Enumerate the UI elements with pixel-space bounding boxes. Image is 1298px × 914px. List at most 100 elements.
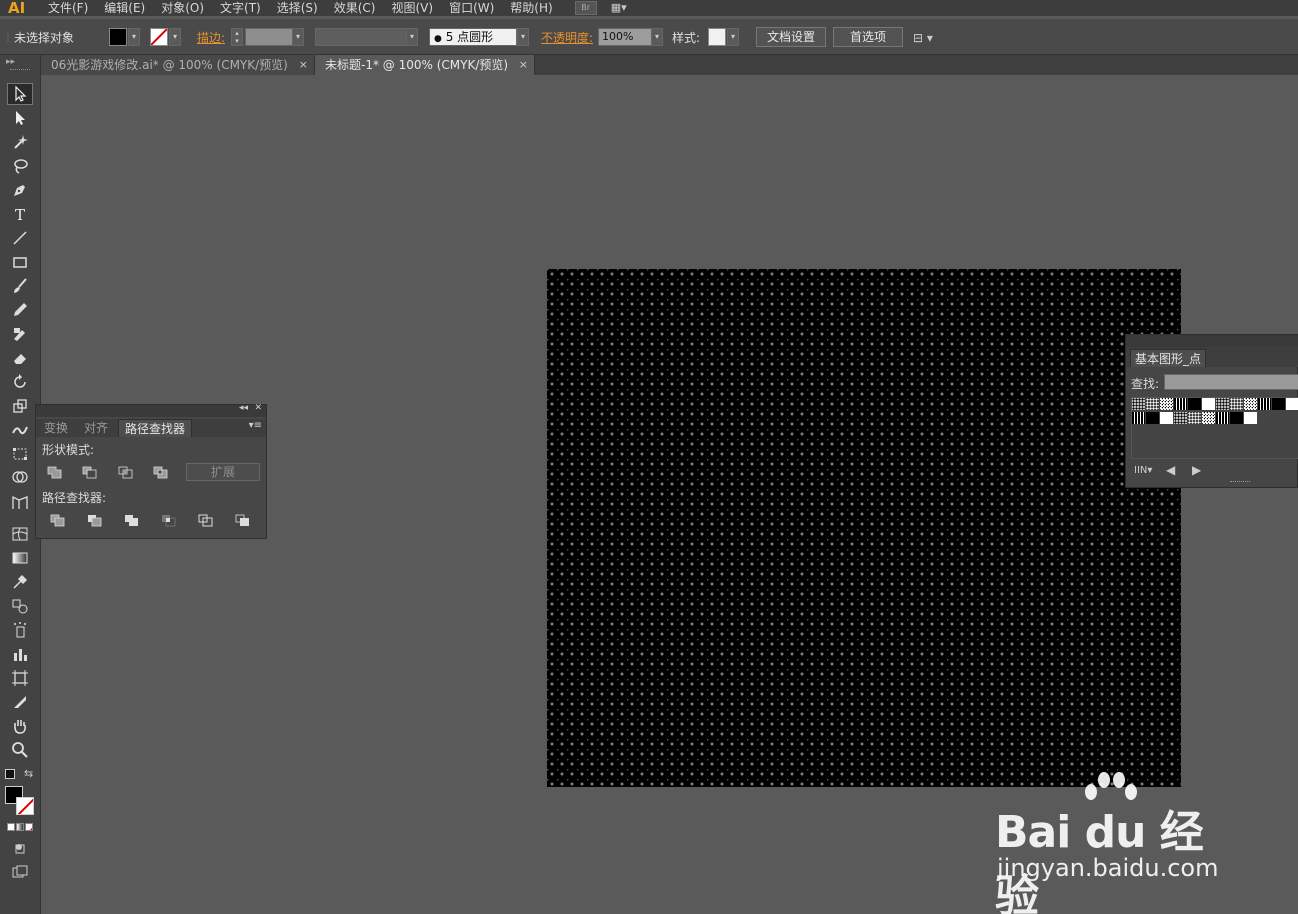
tab-document-2[interactable]: 未标题-1* @ 100% (CMYK/预览) × [315,55,535,75]
style-swatch[interactable] [708,28,726,46]
fill-dropdown[interactable]: ▾ [128,28,140,46]
symbol-swatch[interactable] [1160,412,1173,424]
width-tool-icon[interactable] [7,419,33,441]
symbol-swatch[interactable] [1160,398,1173,410]
menu-file[interactable]: 文件(F) [40,0,96,16]
expand-button[interactable]: 扩展 [186,463,260,481]
perspective-grid-tool-icon[interactable] [7,491,33,513]
menu-object[interactable]: 对象(O) [153,0,212,16]
symbol-swatch[interactable] [1244,398,1257,410]
eraser-tool-icon[interactable] [7,347,33,369]
brush-dropdown[interactable]: ▾ [517,28,529,46]
panel-header[interactable] [1126,335,1298,347]
gradient-tool-icon[interactable] [7,547,33,569]
resize-grip-icon[interactable] [1230,481,1250,485]
grip-icon[interactable] [10,69,30,72]
preferences-button[interactable]: 首选项 [833,27,903,47]
artboard-dot-pattern[interactable] [547,269,1181,787]
stroke-label[interactable]: 描边: [197,29,225,47]
shape-builder-tool-icon[interactable] [7,467,33,489]
tab-pathfinder[interactable]: 路径查找器 [118,419,193,437]
menu-type[interactable]: 文字(T) [212,0,269,16]
symbol-sprayer-tool-icon[interactable] [7,619,33,641]
panel-header[interactable]: ◂◂ ✕ [36,403,266,417]
none-mode-icon[interactable] [25,823,33,831]
symbol-swatch[interactable] [1216,398,1229,410]
divide-icon[interactable] [49,513,67,527]
symbol-swatch[interactable] [1174,412,1187,424]
symbol-swatch[interactable] [1244,412,1257,424]
exclude-icon[interactable] [152,465,170,479]
paintbrush-tool-icon[interactable] [7,275,33,297]
tab-document-1[interactable]: 06光影游戏修改.ai* @ 100% (CMYK/预览) × [41,55,315,75]
direct-selection-tool-icon[interactable] [7,107,33,129]
symbol-swatch[interactable] [1202,412,1215,424]
symbol-swatch[interactable] [1132,412,1145,424]
stroke-weight-field[interactable] [245,28,293,46]
blend-tool-icon[interactable] [7,595,33,617]
arrange-documents-button[interactable]: ▦▾ [611,1,641,15]
intersect-icon[interactable] [117,465,135,479]
search-input[interactable] [1164,374,1298,390]
crop-icon[interactable] [160,513,178,527]
selection-tool-icon[interactable] [7,83,33,105]
menu-effect[interactable]: 效果(C) [326,0,384,16]
menu-help[interactable]: 帮助(H) [502,0,560,16]
style-dropdown[interactable]: ▾ [727,28,739,46]
default-colors-icon[interactable] [5,769,15,779]
symbol-swatch[interactable] [1174,398,1187,410]
bridge-button[interactable]: Br [574,1,597,15]
line-segment-tool-icon[interactable] [7,227,33,249]
mesh-tool-icon[interactable] [7,523,33,545]
tab-transform[interactable]: 变换 [38,419,74,437]
stroke-swatch[interactable] [150,28,168,46]
variable-width-field[interactable] [315,28,407,46]
brush-field[interactable]: ● 5 点圆形 [429,28,517,46]
color-mode-icon[interactable] [7,823,15,831]
symbol-swatch[interactable] [1202,398,1215,410]
swap-colors-icon[interactable]: ⇆ [24,767,33,780]
unite-icon[interactable] [46,465,64,479]
collapse-panel-icon[interactable]: ◂◂ [239,403,248,413]
opacity-field[interactable]: 100% [598,28,652,46]
trim-icon[interactable] [86,513,104,527]
next-library-icon[interactable]: ▶ [1192,463,1201,477]
library-menu-icon[interactable]: IIN▾ [1134,465,1152,476]
panel-menu-icon[interactable]: ▾≡ [249,420,262,431]
minus-front-icon[interactable] [81,465,99,479]
symbol-swatch[interactable] [1146,412,1159,424]
symbol-swatch[interactable] [1230,398,1243,410]
hand-tool-icon[interactable] [7,715,33,737]
fill-swatch[interactable] [109,28,127,46]
variable-width-dropdown[interactable]: ▾ [406,28,418,46]
pencil-tool-icon[interactable] [7,299,33,321]
opacity-label[interactable]: 不透明度: [541,29,593,47]
close-icon[interactable]: × [519,55,528,75]
type-tool-icon[interactable]: T [7,203,33,225]
close-icon[interactable]: ✕ [254,403,262,413]
column-graph-tool-icon[interactable] [7,643,33,665]
symbol-swatch[interactable] [1146,398,1159,410]
eyedropper-tool-icon[interactable] [7,571,33,593]
symbol-swatch[interactable] [1258,398,1271,410]
menu-window[interactable]: 窗口(W) [441,0,502,16]
draw-mode-icon[interactable] [7,837,33,859]
align-options-icon[interactable]: ⊟ ▾ [913,29,933,47]
tab-align[interactable]: 对齐 [78,419,114,437]
symbol-swatch[interactable] [1132,398,1145,410]
collapse-icon[interactable]: ▸▸ [6,57,15,67]
scale-tool-icon[interactable] [7,395,33,417]
rectangle-tool-icon[interactable] [7,251,33,273]
free-transform-tool-icon[interactable] [7,443,33,465]
merge-icon[interactable] [123,513,141,527]
magic-wand-tool-icon[interactable] [7,131,33,153]
lasso-tool-icon[interactable] [7,155,33,177]
symbol-swatch[interactable] [1188,398,1201,410]
symbol-swatch[interactable] [1188,412,1201,424]
opacity-dropdown[interactable]: ▾ [651,28,663,46]
gradient-mode-icon[interactable] [16,823,24,831]
symbol-swatch[interactable] [1272,398,1285,410]
stroke-weight-stepper[interactable]: ▴ ▾ [231,28,243,46]
menu-select[interactable]: 选择(S) [269,0,326,16]
tab-basic-dots[interactable]: 基本图形_点 [1130,349,1207,367]
